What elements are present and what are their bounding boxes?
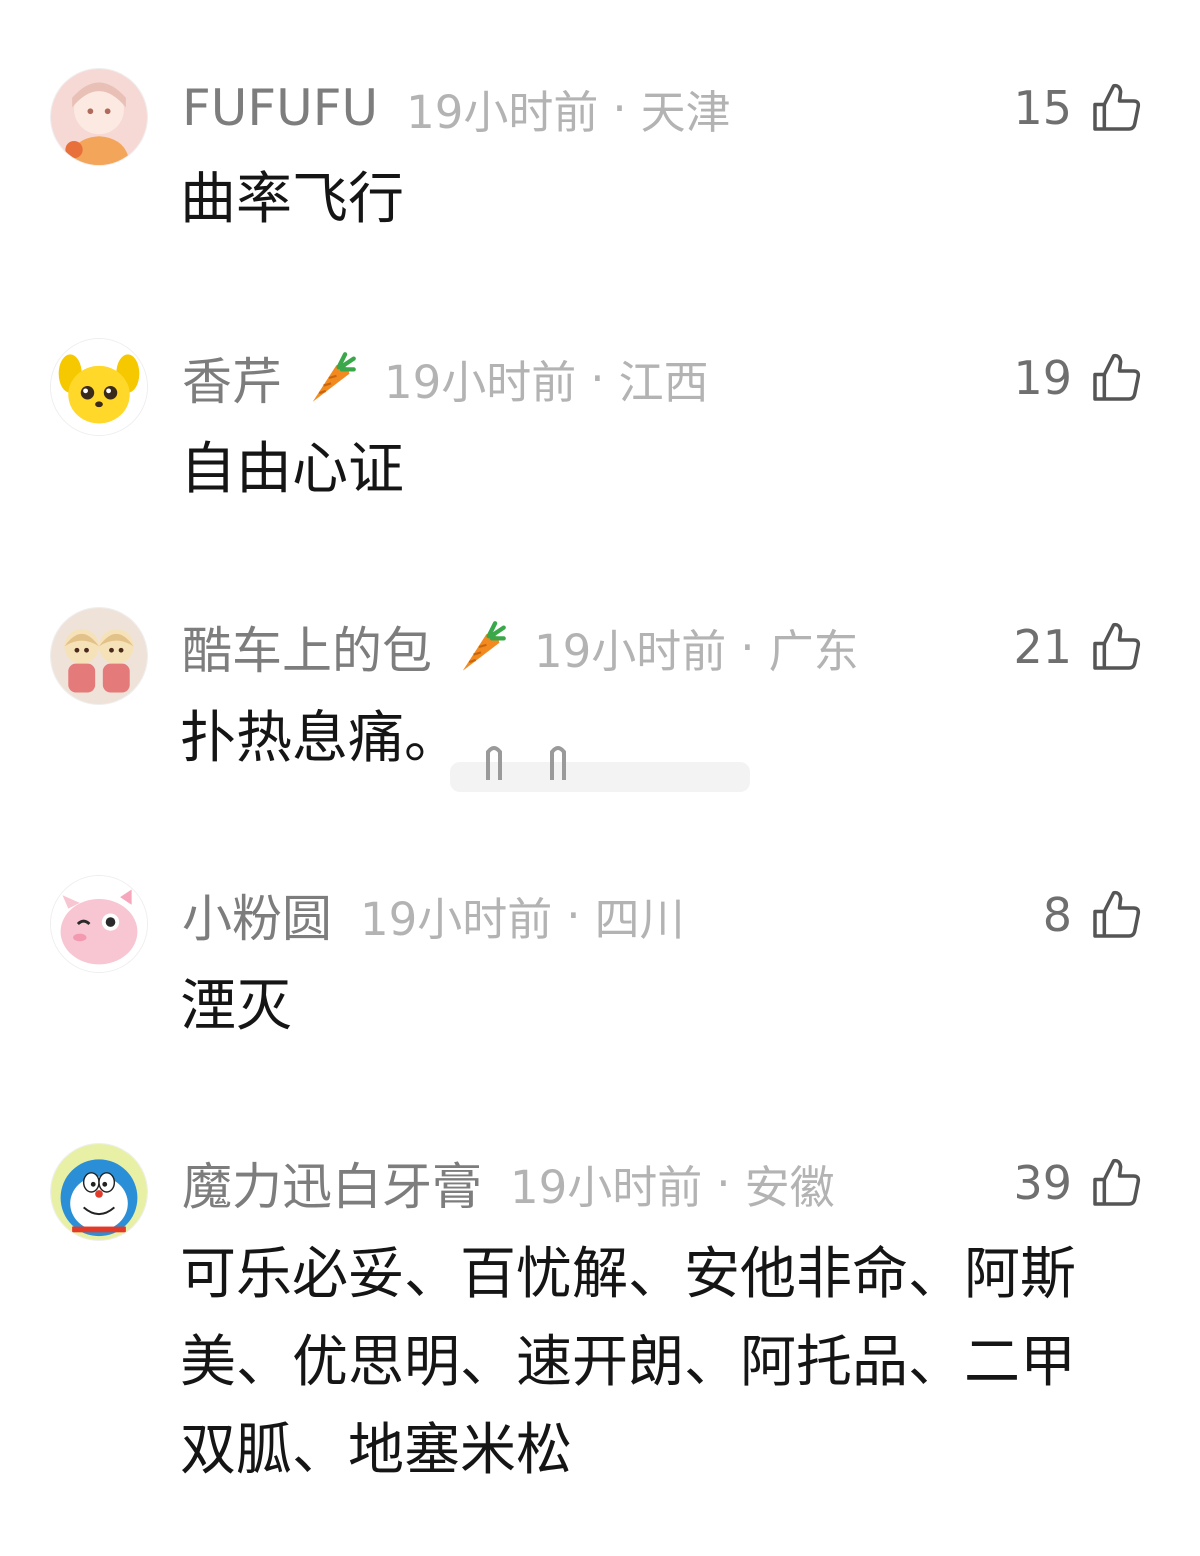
comment-time: 19小时前	[406, 85, 599, 139]
thumbs-up-icon	[1093, 83, 1141, 131]
username[interactable]: 小粉圆	[182, 879, 332, 951]
like-button[interactable]: 39	[1013, 1151, 1144, 1215]
like-count: 8	[1042, 888, 1072, 942]
like-count: 19	[1013, 351, 1072, 405]
comment-time: 19小时前	[384, 355, 577, 409]
doraemon-avatar[interactable]	[50, 1143, 148, 1241]
like-button[interactable]: 8	[1043, 883, 1144, 947]
anime-girl-avatar[interactable]	[50, 68, 148, 166]
comment-item: FUFUFU 19小时前 · 天津 15 曲率飞行	[0, 68, 1200, 248]
comment-item: 魔力迅白牙膏 19小时前 · 安徽 39 可乐必妥、百忧解、安他非命、阿斯美、优…	[0, 1143, 1200, 1503]
comment-item: 香芹 19小时前 · 江西 19 自由心证	[0, 338, 1200, 518]
username[interactable]: FUFUFU	[182, 79, 378, 137]
meta-separator: ·	[612, 81, 627, 135]
thumbs-up-icon	[1093, 353, 1141, 401]
comment-time: 19小时前	[534, 624, 727, 678]
comment-text: 湮灭	[180, 974, 292, 1039]
thumbs-up-icon	[1093, 622, 1141, 670]
comment-location: 江西	[618, 355, 709, 409]
thumbs-up-icon	[1093, 890, 1141, 938]
thumbs-up-icon	[1093, 1158, 1141, 1206]
username[interactable]: 酷车上的包	[182, 611, 432, 683]
carrot-icon	[304, 350, 356, 406]
comment-text: 可乐必妥、百忧解、安他非命、阿斯美、优思明、速开朗、阿托品、二甲双胍、地塞米松	[180, 1242, 1076, 1483]
username[interactable]: 香芹	[182, 342, 282, 414]
twin-dolls-avatar[interactable]	[50, 607, 148, 705]
comment-meta: 酷车上的包 19小时前 · 广东	[182, 615, 859, 681]
username[interactable]: 魔力迅白牙膏	[182, 1147, 482, 1219]
meta-separator: ·	[740, 620, 755, 674]
comment-location: 安徽	[744, 1160, 835, 1214]
carrot-icon	[454, 619, 506, 675]
comment-location: 天津	[640, 85, 731, 139]
comment-list: FUFUFU 19小时前 · 天津 15 曲率飞行 香芹 19小时前 · 江西 …	[0, 0, 1200, 1556]
faded-sticker-image	[450, 746, 750, 792]
comment-meta: 魔力迅白牙膏 19小时前 · 安徽	[182, 1151, 835, 1217]
comment-item: 小粉圆 19小时前 · 四川 8 湮灭	[0, 875, 1200, 1055]
comment-time: 19小时前	[360, 892, 553, 946]
meta-separator: ·	[566, 888, 581, 942]
comment-location: 四川	[594, 892, 685, 946]
like-button[interactable]: 19	[1013, 346, 1144, 410]
comment-text: 曲率飞行	[180, 167, 404, 232]
like-button[interactable]: 15	[1013, 76, 1144, 140]
comment-meta: 香芹 19小时前 · 江西	[182, 346, 709, 412]
like-button[interactable]: 21	[1013, 615, 1144, 679]
pink-blob-avatar[interactable]	[50, 875, 148, 973]
meta-separator: ·	[590, 351, 605, 405]
comment-meta: FUFUFU 19小时前 · 天津	[182, 76, 731, 140]
comment-meta: 小粉圆 19小时前 · 四川	[182, 883, 685, 949]
meta-separator: ·	[716, 1156, 731, 1210]
like-count: 39	[1013, 1156, 1072, 1210]
comment-time: 19小时前	[510, 1160, 703, 1214]
comment-location: 广东	[768, 624, 859, 678]
yellow-dog-avatar[interactable]	[50, 338, 148, 436]
comment-text: 自由心证	[180, 437, 404, 502]
like-count: 15	[1013, 81, 1072, 135]
like-count: 21	[1013, 620, 1072, 674]
